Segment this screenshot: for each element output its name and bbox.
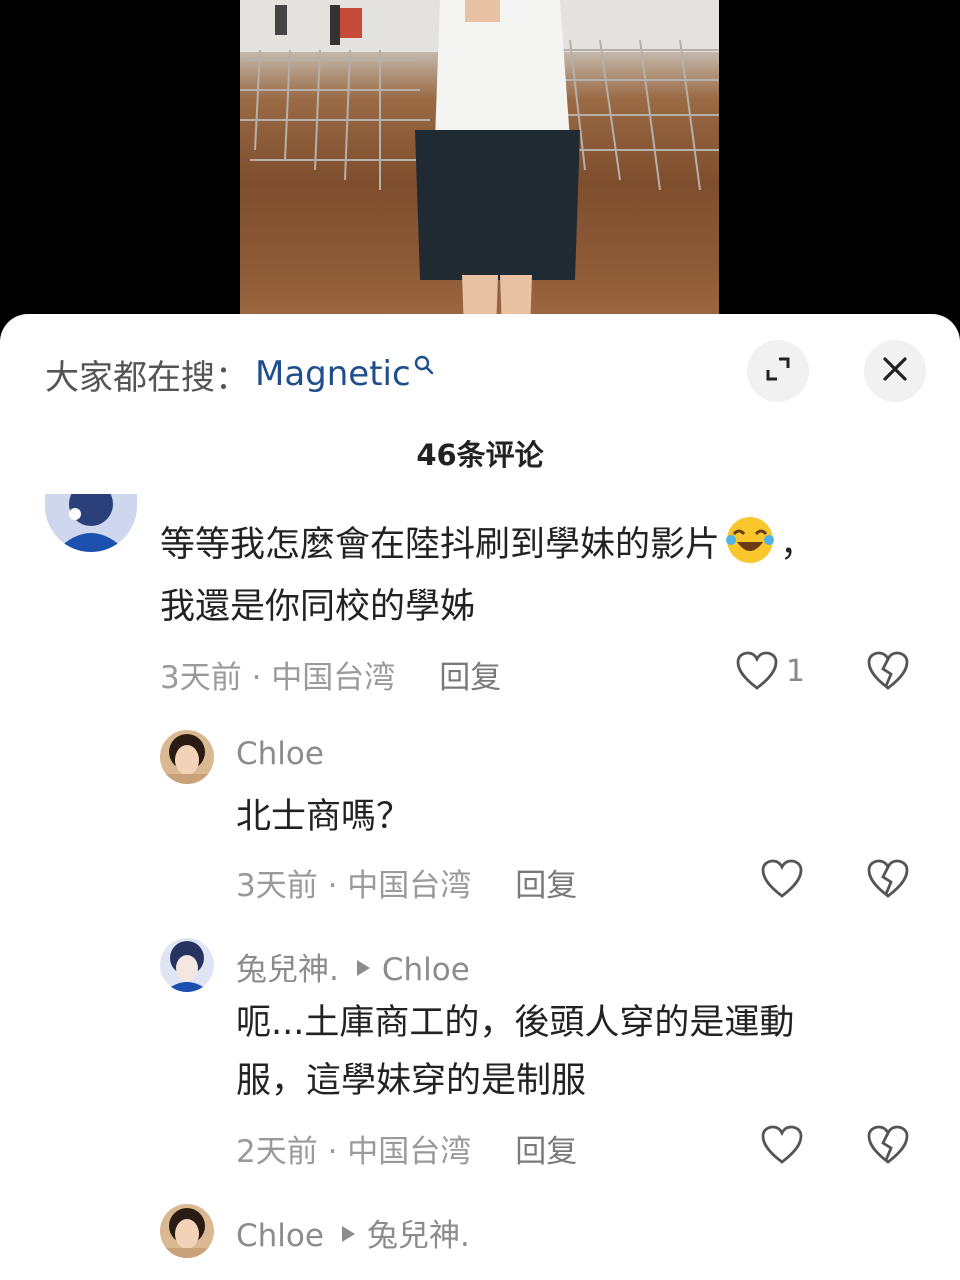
reply-to-arrow-icon <box>356 960 370 976</box>
like-button[interactable] <box>735 650 779 696</box>
video-frame <box>240 0 719 330</box>
heart-icon <box>760 859 804 904</box>
reply-text: 北士商嗎？ <box>236 797 412 837</box>
comment-line: 我還是你同校的學姊 <box>160 587 476 627</box>
reply-text: 呃...土庫商工的，後頭人穿的是運動 服，這學妹穿的是制服 <box>236 994 936 1110</box>
reply-time-location: 2天前 · 中国台湾 <box>236 1134 472 1170</box>
avatar[interactable] <box>160 1204 214 1258</box>
reply-target[interactable]: Chloe <box>382 952 470 988</box>
comments-sheet: 大家都在搜： Magnetic 46条评论 等等我怎麼會在陸抖刷到學妹的影片 ，… <box>0 314 960 1280</box>
like-button[interactable] <box>760 1124 804 1170</box>
comment-text: 等等我怎麼會在陸抖刷到學妹的影片 ， 我還是你同校的學姊 <box>160 514 920 638</box>
close-icon <box>882 356 908 386</box>
like-button[interactable] <box>760 858 804 904</box>
reply-username[interactable]: Chloe <box>236 736 324 772</box>
reply-button[interactable]: 回复 <box>515 1134 577 1170</box>
avatar[interactable] <box>160 938 214 992</box>
trending-search-term[interactable]: Magnetic <box>255 354 411 394</box>
comment-line-end: ， <box>780 525 816 565</box>
laughing-crying-emoji <box>724 514 776 566</box>
like-count: 1 <box>786 654 806 689</box>
close-button[interactable] <box>864 340 926 402</box>
broken-heart-icon <box>866 859 910 904</box>
video-player[interactable] <box>0 0 960 330</box>
comment-line: 等等我怎麼會在陸抖刷到學妹的影片 <box>160 525 721 565</box>
search-icon[interactable] <box>413 345 435 385</box>
reply-button[interactable]: 回复 <box>515 868 577 904</box>
reply-button[interactable]: 回复 <box>439 660 501 696</box>
dislike-button[interactable] <box>866 858 910 904</box>
reply-author[interactable]: 兔兒神. <box>236 952 339 988</box>
comments-count-title: 46条评论 <box>416 438 544 472</box>
broken-heart-icon <box>866 1125 910 1170</box>
reply-author[interactable]: Chloe <box>236 1218 324 1254</box>
comment-meta: 3天前 · 中国台湾 回复 <box>160 652 501 697</box>
comment-time-location: 3天前 · 中国台湾 <box>160 660 396 696</box>
broken-heart-icon <box>866 651 910 696</box>
reply-meta: 2天前 · 中国台湾 回复 <box>236 1126 577 1171</box>
reply-time-location: 3天前 · 中国台湾 <box>236 868 472 904</box>
avatar[interactable] <box>160 730 214 784</box>
reply-line: 服，這學妹穿的是制服 <box>236 1061 587 1101</box>
dislike-button[interactable] <box>866 1124 910 1170</box>
reply-username: 兔兒神. Chloe <box>236 944 470 989</box>
reply-target[interactable]: 兔兒神. <box>367 1218 470 1254</box>
expand-button[interactable] <box>747 340 809 402</box>
reply-username: Chloe 兔兒神. <box>236 1210 470 1255</box>
reply-meta: 3天前 · 中国台湾 回复 <box>236 860 577 905</box>
reply-to-arrow-icon <box>341 1226 355 1242</box>
video-still-image <box>240 0 719 330</box>
heart-icon <box>760 1125 804 1170</box>
avatar[interactable] <box>45 494 137 552</box>
expand-icon <box>763 354 793 388</box>
dislike-button[interactable] <box>866 650 910 696</box>
trending-search-bar[interactable]: 大家都在搜： Magnetic <box>45 354 435 398</box>
heart-icon <box>735 651 779 696</box>
trending-search-prefix: 大家都在搜： <box>45 357 249 398</box>
reply-line: 呃...土庫商工的，後頭人穿的是運動 <box>236 1003 795 1043</box>
